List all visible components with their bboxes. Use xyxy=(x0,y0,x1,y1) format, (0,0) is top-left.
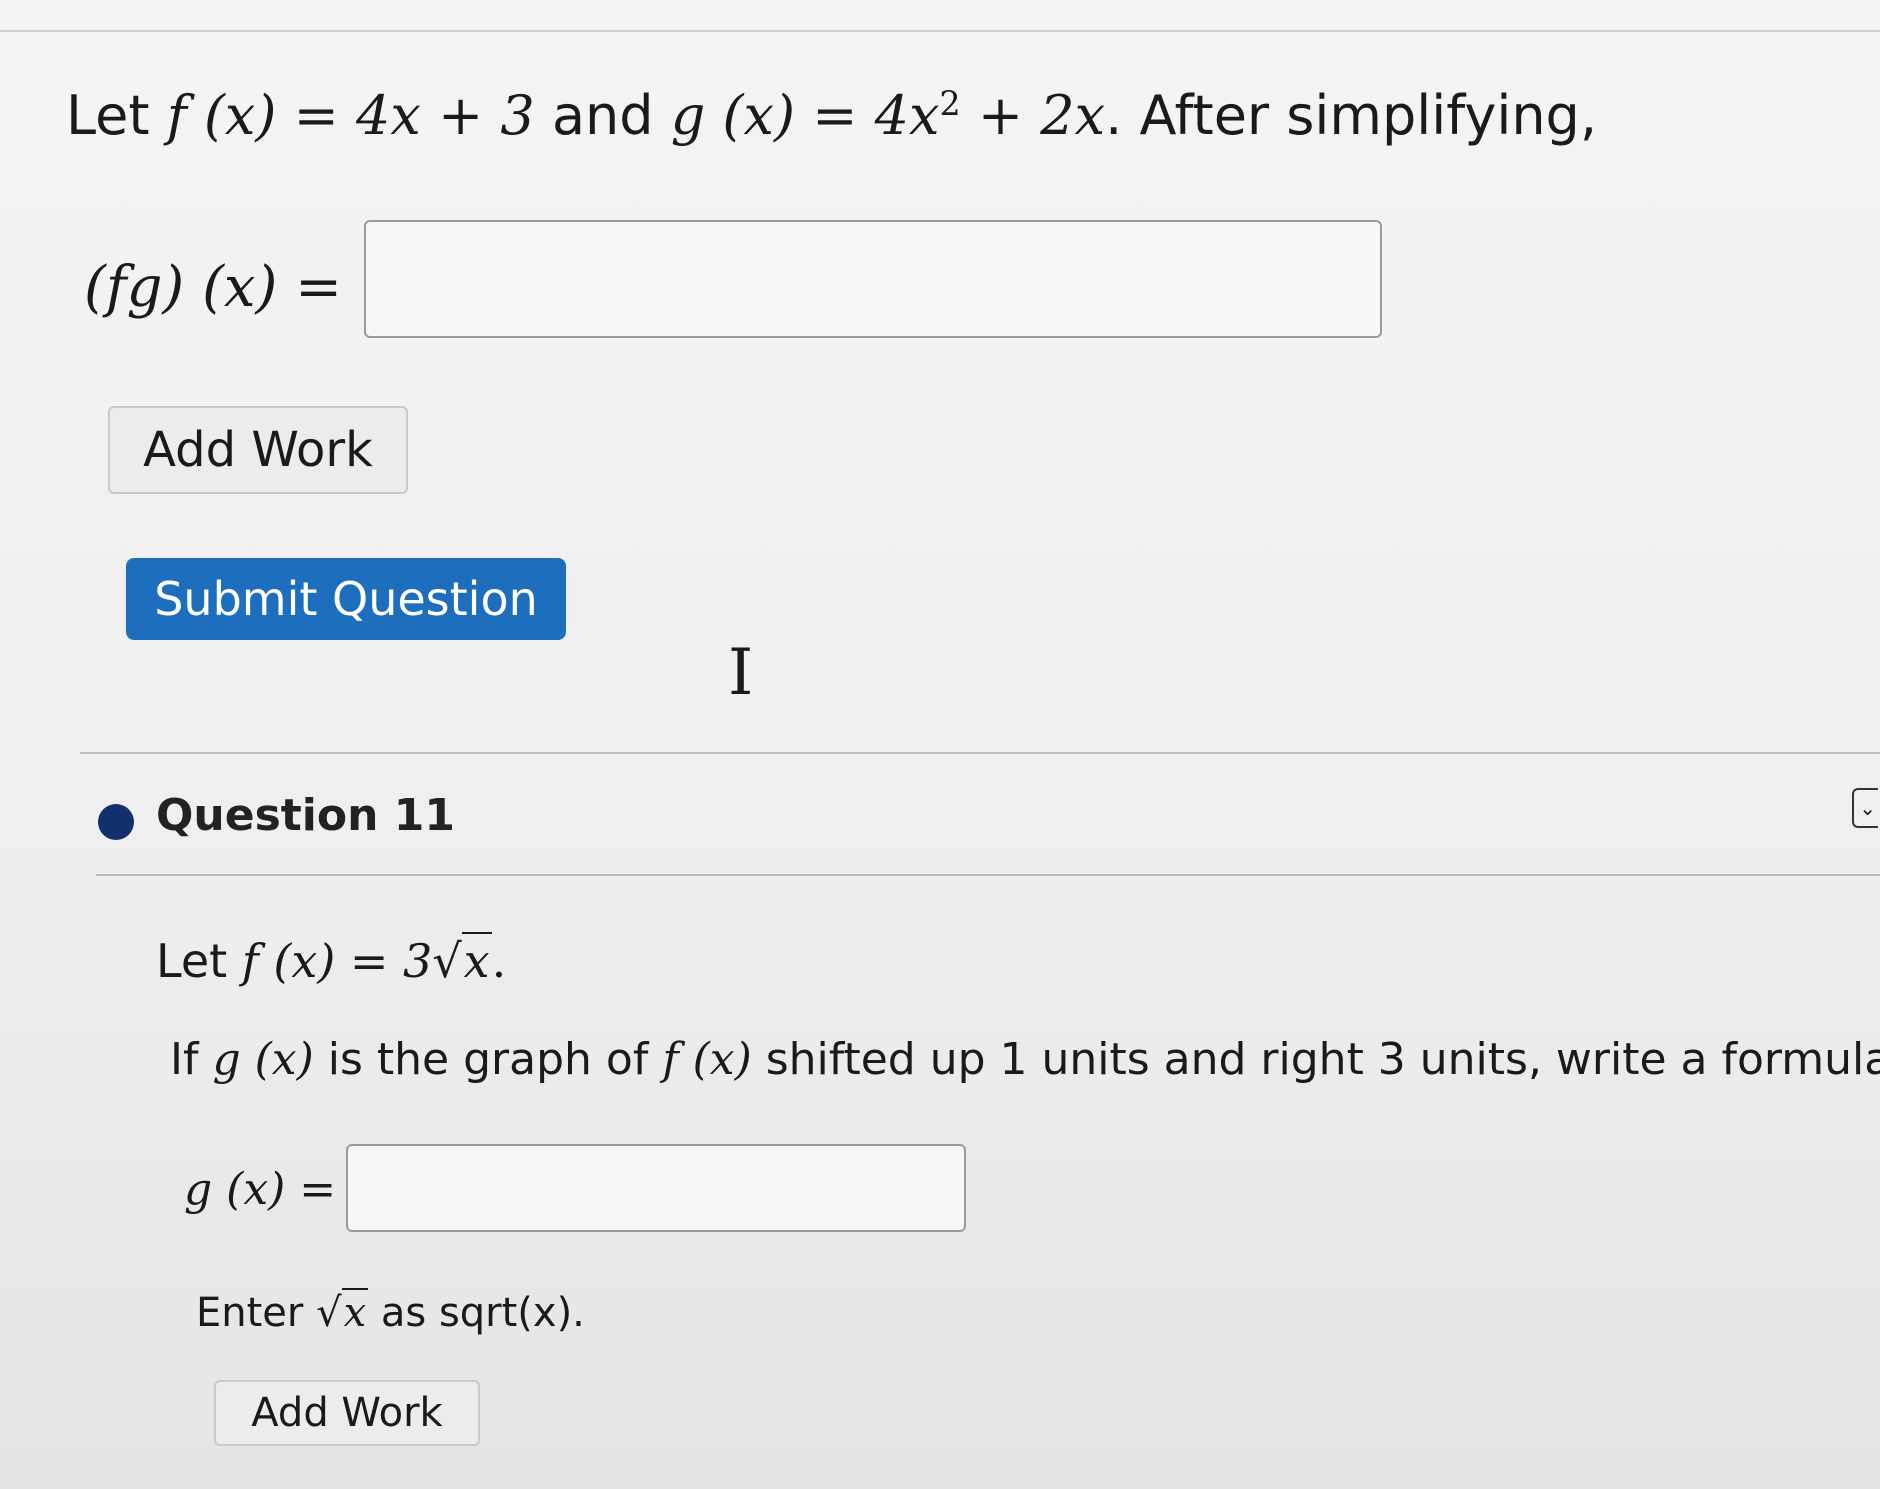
question-11-definition: Let f (x) = 3√x. xyxy=(156,932,507,988)
g-answer-label: g (x) = xyxy=(184,1164,337,1215)
fg-answer-input[interactable] xyxy=(364,220,1382,338)
hint-suffix: as sqrt(x). xyxy=(380,1290,585,1336)
hint-prefix: Enter xyxy=(196,1290,304,1336)
add-work-button[interactable]: Add Work xyxy=(108,406,408,494)
add-work-button-q11[interactable]: Add Work xyxy=(214,1380,480,1446)
stem-suffix: . After simplifying, xyxy=(1105,84,1597,147)
text-cursor-icon: I xyxy=(728,636,754,710)
fg-answer-label: (fg) (x) = xyxy=(84,255,343,320)
stem-and: and xyxy=(551,84,654,147)
stem-f: f (x) xyxy=(662,1034,752,1085)
submit-question-label: Submit Question xyxy=(154,572,538,626)
stem-rest: shifted up 1 units and right 3 units, wr… xyxy=(765,1034,1880,1085)
question-11-stem: If g (x) is the graph of f (x) shifted u… xyxy=(170,1034,1880,1085)
hint-sqrt: √x xyxy=(316,1288,369,1336)
stem-prefix: Let xyxy=(66,84,150,147)
sqrt-entry-hint: Enter √x as sqrt(x). xyxy=(196,1288,585,1336)
add-work-label: Add Work xyxy=(143,422,373,478)
let-prefix: Let xyxy=(156,934,228,988)
chevron-down-icon[interactable]: ⌄ xyxy=(1852,788,1878,828)
section-divider xyxy=(80,752,1880,754)
question-header-divider xyxy=(96,874,1880,876)
f-sqrt-definition: f (x) = 3√x. xyxy=(241,932,507,988)
top-divider xyxy=(0,30,1880,32)
f-definition: f (x) = 4x + 3 xyxy=(166,84,535,147)
stem-if: If xyxy=(170,1034,199,1085)
submit-question-button[interactable]: Submit Question xyxy=(126,558,566,640)
question-11-title: Question 11 xyxy=(156,790,455,841)
question-10-stem: Let f (x) = 4x + 3 and g (x) = 4x2 + 2x.… xyxy=(66,84,1597,147)
g-answer-input[interactable] xyxy=(346,1144,966,1232)
add-work-label-q11: Add Work xyxy=(251,1390,443,1436)
question-status-dot-icon xyxy=(98,804,134,840)
g-definition: g (x) = 4x2 + 2x xyxy=(670,84,1106,147)
stem-mid: is the graph of xyxy=(327,1034,649,1085)
assignment-page: Let f (x) = 4x + 3 and g (x) = 4x2 + 2x.… xyxy=(0,0,1880,1489)
stem-g: g (x) xyxy=(212,1034,314,1085)
